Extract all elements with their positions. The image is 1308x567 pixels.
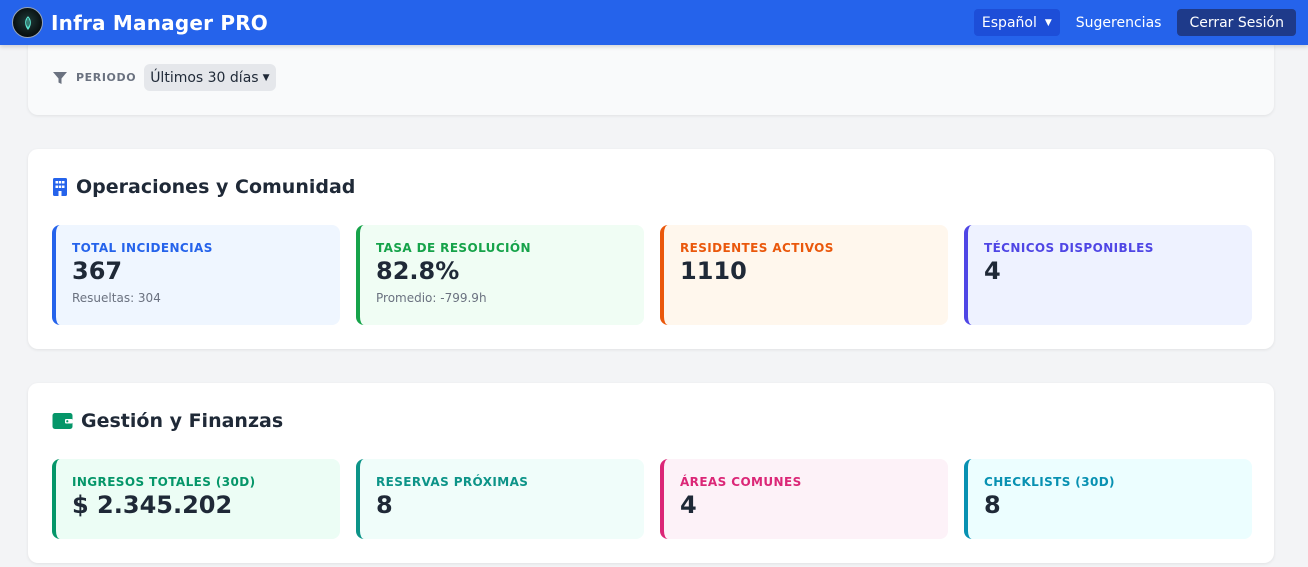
stat-card-subtext: Resueltas: 304 [72, 291, 161, 305]
stat-card-value: 8 [984, 491, 1001, 519]
leaf-icon [24, 15, 31, 30]
period-select[interactable]: Últimos 30 días ▼ [144, 64, 276, 91]
stat-card-subtext: Promedio: -799.9h [376, 291, 487, 305]
stat-card-residentes-activos[interactable]: RESIDENTES ACTIVOS 1110 [660, 225, 948, 325]
finance-header: Gestión y Finanzas [52, 410, 283, 432]
top-navbar: Infra Manager PRO Español ▼ Sugerencias … [0, 0, 1308, 45]
stat-card-label: RESIDENTES ACTIVOS [680, 241, 834, 255]
operations-cards: TOTAL INCIDENCIAS 367 Resueltas: 304 TAS… [52, 225, 1252, 325]
stat-card-value: 82.8% [376, 257, 460, 285]
building-icon [53, 178, 67, 196]
finance-section: Gestión y Finanzas INGRESOS TOTALES (30D… [28, 383, 1274, 563]
operations-section: Operaciones y Comunidad TOTAL INCIDENCIA… [28, 149, 1274, 349]
language-select-value: Español [981, 14, 1037, 31]
stat-card-reservas-proximas[interactable]: RESERVAS PRÓXIMAS 8 [356, 459, 644, 539]
stat-card-label: CHECKLISTS (30D) [984, 475, 1115, 489]
stat-card-total-incidencias[interactable]: TOTAL INCIDENCIAS 367 Resueltas: 304 [52, 225, 340, 325]
period-select-value: Últimos 30 días [150, 69, 259, 86]
finance-title: Gestión y Finanzas [81, 410, 284, 432]
app-logo-icon[interactable] [12, 7, 43, 38]
stat-card-value: 4 [984, 257, 1001, 285]
stat-card-value: $ 2.345.202 [72, 491, 233, 519]
stat-card-tasa-resolucion[interactable]: TASA DE RESOLUCIÓN 82.8% Promedio: -799.… [356, 225, 644, 325]
filter-icon [53, 71, 67, 84]
chevron-down-icon: ▼ [1044, 17, 1052, 28]
stat-card-tecnicos-disponibles[interactable]: TÉCNICOS DISPONIBLES 4 [964, 225, 1252, 325]
operations-title: Operaciones y Comunidad [76, 176, 356, 198]
stat-card-value: 1110 [680, 257, 747, 285]
period-label: PERIODO [76, 71, 137, 84]
stat-card-label: TÉCNICOS DISPONIBLES [984, 241, 1154, 255]
stat-card-checklists[interactable]: CHECKLISTS (30D) 8 [964, 459, 1252, 539]
stat-card-areas-comunes[interactable]: ÁREAS COMUNES 4 [660, 459, 948, 539]
language-select[interactable]: Español ▼ [973, 9, 1060, 36]
stat-card-label: ÁREAS COMUNES [680, 475, 802, 489]
stat-card-ingresos-totales[interactable]: INGRESOS TOTALES (30D) $ 2.345.202 [52, 459, 340, 539]
stat-card-label: RESERVAS PRÓXIMAS [376, 475, 529, 489]
finance-cards: INGRESOS TOTALES (30D) $ 2.345.202 RESER… [52, 459, 1252, 539]
chevron-down-icon: ▼ [262, 72, 270, 83]
filter-panel: PERIODO Últimos 30 días ▼ [28, 37, 1274, 115]
stat-card-label: TOTAL INCIDENCIAS [72, 241, 213, 255]
stat-card-label: INGRESOS TOTALES (30D) [72, 475, 256, 489]
stat-card-value: 4 [680, 491, 697, 519]
suggestions-link[interactable]: Sugerencias [1076, 15, 1162, 31]
period-filter: PERIODO Últimos 30 días ▼ [52, 64, 276, 91]
operations-header: Operaciones y Comunidad [52, 176, 355, 198]
logout-button[interactable]: Cerrar Sesión [1177, 9, 1296, 36]
stat-card-value: 8 [376, 491, 393, 519]
wallet-icon [52, 413, 73, 429]
app-title[interactable]: Infra Manager PRO [51, 11, 268, 35]
navbar-actions: Español ▼ Sugerencias Cerrar Sesión [973, 9, 1296, 36]
stat-card-label: TASA DE RESOLUCIÓN [376, 241, 531, 255]
stat-card-value: 367 [72, 257, 123, 285]
